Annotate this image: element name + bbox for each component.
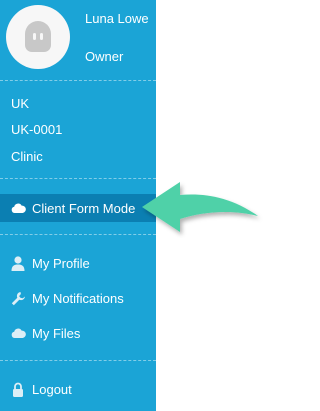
location-type: Clinic <box>11 149 43 164</box>
cloud-icon <box>10 200 26 216</box>
menu-item-label: My Files <box>32 325 81 341</box>
menu-item-my-notifications[interactable]: My Notifications <box>0 284 156 312</box>
menu-item-label: Logout <box>32 381 72 397</box>
profile-role: Owner <box>85 49 124 64</box>
menu-item-label: Client Form Mode <box>32 200 136 216</box>
profile-section: Luna Lowe Owner <box>0 0 156 80</box>
divider <box>0 80 156 81</box>
divider <box>0 178 156 179</box>
curved-arrow-icon <box>142 182 258 232</box>
menu-item-my-profile[interactable]: My Profile <box>0 249 156 277</box>
location-code: UK-0001 <box>11 122 63 137</box>
divider <box>0 234 156 235</box>
lock-icon <box>10 381 26 397</box>
menu-item-label: My Profile <box>32 255 90 271</box>
sidebar: Luna Lowe Owner UK UK-0001 Clinic Client… <box>0 0 156 411</box>
menu-item-label: My Notifications <box>32 290 124 306</box>
wrench-icon <box>10 290 26 306</box>
profile-name: Luna Lowe <box>85 11 149 26</box>
menu-item-client-form-mode[interactable]: Client Form Mode <box>0 194 156 222</box>
menu-item-my-files[interactable]: My Files <box>0 319 156 347</box>
menu-item-logout[interactable]: Logout <box>0 375 156 403</box>
divider <box>0 360 156 361</box>
cloud-icon <box>10 325 26 341</box>
person-icon <box>10 255 26 271</box>
user-avatar-icon <box>25 21 51 52</box>
avatar[interactable] <box>6 5 70 69</box>
country-label: UK <box>11 96 30 111</box>
